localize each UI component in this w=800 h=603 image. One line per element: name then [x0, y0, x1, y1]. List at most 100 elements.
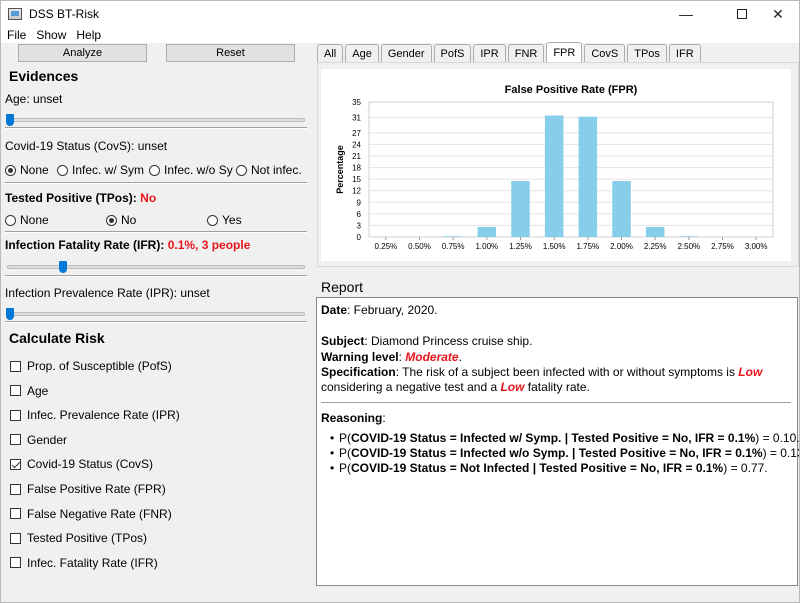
calc-checkbox-0[interactable]: Prop. of Susceptible (PofS): [10, 359, 172, 373]
tab-tpos[interactable]: TPos: [627, 44, 667, 62]
reasoning-item: P(COVID-19 Status = Infected w/ Symp. | …: [330, 431, 800, 445]
tpos-radio-yes[interactable]: Yes: [207, 213, 267, 227]
tpos-radio-none[interactable]: None: [5, 213, 65, 227]
radio-icon: [57, 164, 68, 176]
spec-text: fatality rate.: [524, 380, 590, 394]
covs-radio-infec-w-sym[interactable]: Infec. w/ Sym: [57, 163, 147, 177]
spec-low-risk: Low: [738, 365, 763, 379]
tab-gender[interactable]: Gender: [380, 44, 432, 62]
x-tick-label: 0.50%: [408, 242, 431, 251]
minimize-icon: —: [679, 6, 693, 22]
ipr-slider-track[interactable]: [7, 312, 305, 316]
ipr-label: Infection Prevalence Rate (IPR): unset: [5, 286, 210, 300]
calc-checkbox-3[interactable]: Gender: [10, 433, 67, 447]
y-tick-label: 27: [352, 129, 361, 138]
checkbox-icon: [10, 409, 21, 421]
y-axis-label: Percentage: [335, 145, 345, 194]
close-icon: ✕: [772, 5, 784, 22]
report-reasoning-label: Reasoning:: [321, 411, 386, 425]
calc-checkbox-6[interactable]: False Negative Rate (FNR): [10, 507, 172, 521]
subject-value: : Diamond Princess cruise ship.: [364, 334, 533, 348]
x-tick-label: 1.50%: [543, 242, 566, 251]
reasoning-pre: P(: [339, 461, 351, 475]
menu-file[interactable]: File: [1, 28, 31, 42]
covs-radio-none[interactable]: None: [5, 163, 57, 177]
radio-icon: [207, 214, 218, 226]
calc-checkbox-7[interactable]: Tested Positive (TPos): [10, 531, 147, 545]
radio-icon: [106, 214, 117, 226]
date-value: : February, 2020.: [347, 303, 438, 317]
calc-checkbox-1[interactable]: Age: [10, 384, 48, 398]
x-tick-label: 2.50%: [677, 242, 700, 251]
y-tick-label: 18: [352, 164, 361, 173]
tab-ipr[interactable]: IPR: [473, 44, 506, 62]
tab-covs[interactable]: CovS: [584, 44, 626, 62]
ifr-label: Infection Fatality Rate (IFR): 0.1%, 3 p…: [5, 238, 250, 252]
y-tick-label: 6: [357, 210, 362, 219]
tpos-label-text: Tested Positive (TPos):: [5, 191, 137, 205]
bar: [645, 226, 665, 237]
y-tick-label: 24: [352, 140, 361, 149]
reasoning-post: ) = 0.10.: [755, 431, 800, 445]
ipr-slider-handle[interactable]: [6, 308, 14, 320]
tab-pofs[interactable]: PofS: [433, 44, 472, 62]
close-button[interactable]: ✕: [755, 1, 799, 27]
tab-fnr[interactable]: FNR: [507, 44, 545, 62]
checkbox-icon: [10, 458, 21, 470]
ifr-label-text: Infection Fatality Rate (IFR):: [5, 238, 165, 252]
report-subject: Subject: Diamond Princess cruise ship.: [321, 334, 532, 348]
menu-show[interactable]: Show: [31, 28, 71, 42]
covs-radio-not-infec[interactable]: Not infec.: [236, 163, 308, 177]
reasoning-item: P(COVID-19 Status = Infected w/o Symp. |…: [330, 446, 799, 460]
window-title: DSS BT-Risk: [29, 7, 100, 21]
x-tick-label: 1.75%: [576, 242, 599, 251]
fpr-chart: False Positive Rate (FPR) 0 3 6 9 12 15 18 21 24 2…: [335, 84, 774, 251]
checkbox-label: False Negative Rate (FNR): [27, 506, 172, 521]
age-slider-handle[interactable]: [6, 114, 14, 126]
calc-checkbox-2[interactable]: Infec. Prevalence Rate (IPR): [10, 408, 180, 422]
tpos-radio-no[interactable]: No: [106, 213, 166, 227]
menu-help[interactable]: Help: [71, 28, 106, 42]
ifr-slider-handle[interactable]: [59, 261, 67, 273]
tpos-label: Tested Positive (TPos): No: [5, 191, 156, 205]
reasoning-bold: COVID-19 Status = Not Infected | Tested …: [351, 461, 724, 475]
report-specification: Specification: The risk of a subject bee…: [321, 365, 762, 379]
minimize-button[interactable]: —: [663, 1, 709, 27]
divider: [5, 127, 307, 129]
chart-panel: False Positive Rate (FPR) 0 3 6 9 12 15 18 21 24 2…: [321, 69, 791, 261]
reasoning-post: ) = 0.77.: [723, 461, 768, 475]
calculate-risk-title: Calculate Risk: [9, 330, 105, 346]
checkbox-label: Infec. Prevalence Rate (IPR): [27, 408, 180, 423]
tpos-option-label: Yes: [222, 213, 242, 227]
report-date: Date: February, 2020.: [321, 303, 438, 317]
x-tick-label: 0.25%: [374, 242, 397, 251]
reasoning-item: P(COVID-19 Status = Not Infected | Teste…: [330, 461, 768, 475]
tpos-option-label: None: [20, 213, 49, 227]
age-slider-track[interactable]: [7, 118, 305, 122]
calc-checkbox-5[interactable]: False Positive Rate (FPR): [10, 482, 166, 496]
date-label: Date: [321, 303, 348, 317]
y-tick-label: 12: [352, 187, 361, 196]
covs-radio-infec-wo-sym[interactable]: Infec. w/o Sy: [149, 163, 234, 177]
radio-icon: [149, 164, 160, 176]
y-tick-label: 15: [352, 175, 361, 184]
main-window: DSS BT-Risk — ✕ File Show Help Analyze R…: [0, 0, 800, 603]
y-tick-label: 21: [352, 152, 361, 161]
x-tick-label: 3.00%: [745, 242, 768, 251]
tab-all[interactable]: All: [317, 44, 344, 62]
radio-icon: [5, 164, 16, 176]
calc-checkbox-4[interactable]: Covid-19 Status (CovS): [10, 457, 153, 471]
tab-age[interactable]: Age: [345, 44, 379, 62]
checkbox-icon: [10, 532, 21, 544]
calc-checkbox-8[interactable]: Infec. Fatality Rate (IFR): [10, 556, 158, 570]
reasoning-post: ) = 0.13.: [762, 446, 799, 460]
reset-button[interactable]: Reset: [166, 44, 295, 62]
analyze-button[interactable]: Analyze: [18, 44, 147, 62]
covs-option-label: Not infec.: [251, 163, 302, 177]
y-tick-label: 9: [357, 198, 362, 207]
age-label: Age: unset: [5, 92, 63, 106]
ifr-slider-track[interactable]: [7, 265, 305, 269]
tab-fpr[interactable]: FPR: [546, 42, 583, 62]
y-tick-label: 3: [357, 221, 362, 230]
tab-ifr[interactable]: IFR: [668, 44, 701, 62]
